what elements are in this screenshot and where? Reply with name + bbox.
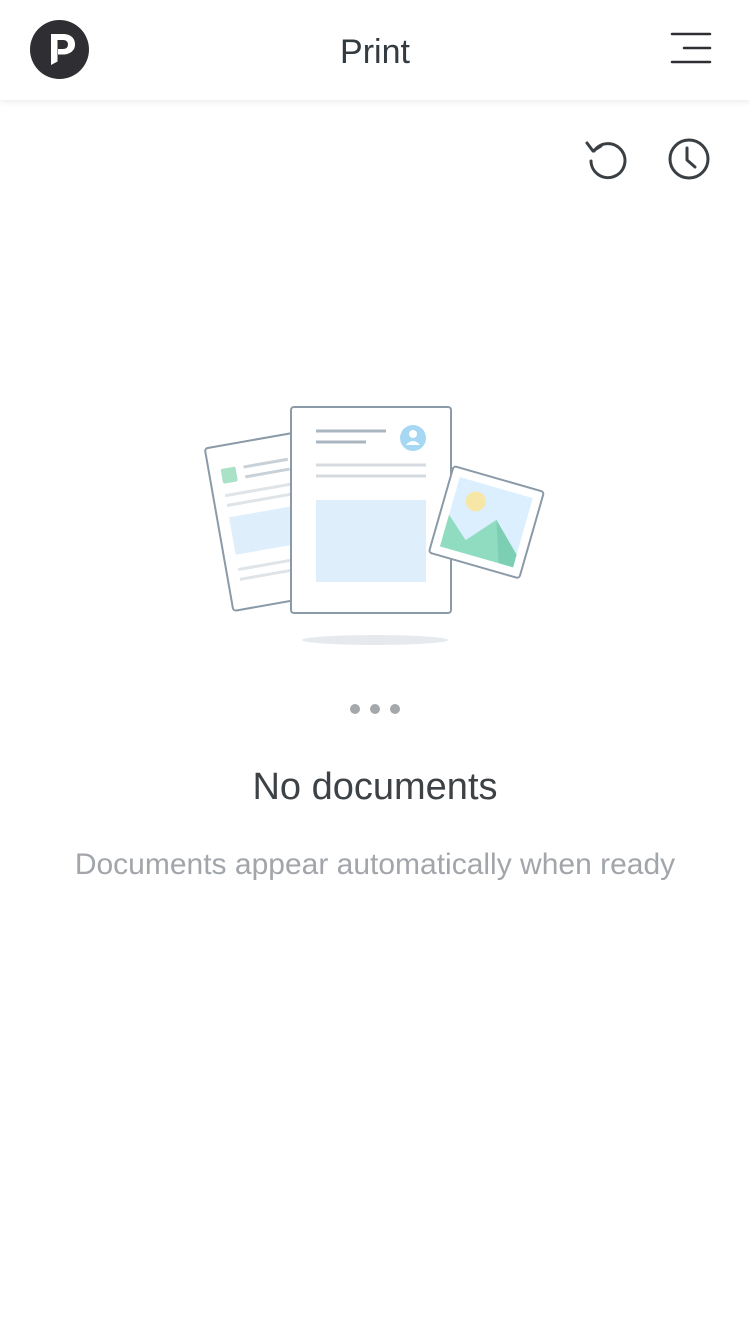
hamburger-menu-icon[interactable] — [670, 30, 712, 68]
refresh-icon[interactable] — [584, 137, 628, 181]
dot — [390, 704, 400, 714]
dot — [370, 704, 380, 714]
empty-state-subtitle: Documents appear automatically when read… — [74, 848, 676, 881]
brand-logo-icon[interactable] — [30, 20, 89, 79]
print-screen: Print No documents Documents appear auto… — [0, 0, 750, 1334]
page-title: Print — [340, 33, 410, 71]
loading-dots — [0, 704, 750, 722]
app-header: Print — [0, 0, 750, 100]
documents-illustration — [200, 395, 550, 655]
dot — [350, 704, 360, 714]
empty-state-title: No documents — [252, 766, 498, 808]
history-clock-icon[interactable] — [667, 137, 711, 181]
